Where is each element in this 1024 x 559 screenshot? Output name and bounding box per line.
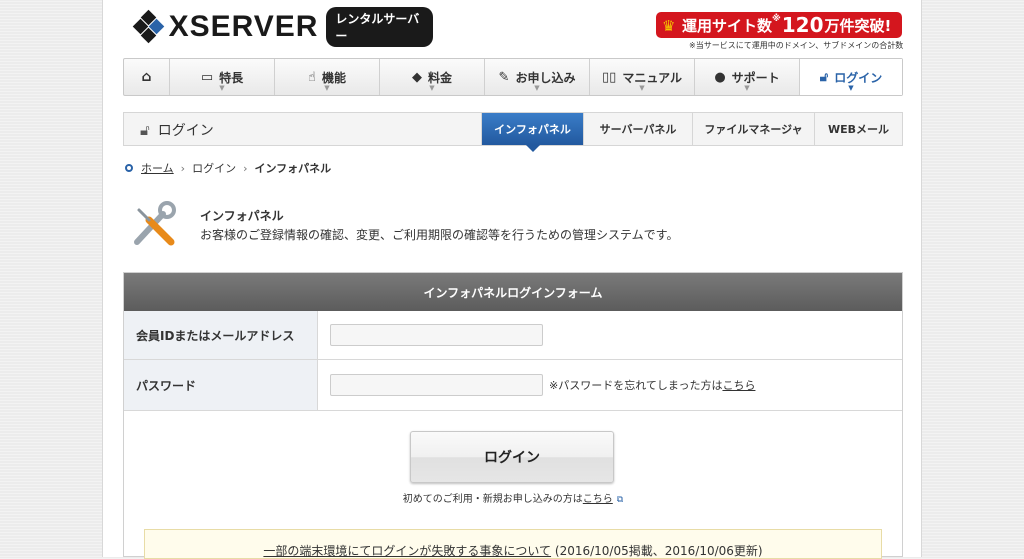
form-row-password: パスワード ※パスワードを忘れてしまった方はこちら	[124, 360, 902, 411]
forgot-text: ※パスワードを忘れてしまった方は	[549, 379, 723, 392]
form-header: インフォパネルログインフォーム	[124, 273, 902, 311]
promo-note: ※当サービスにて運用中のドメイン、サブドメインの合計数	[689, 41, 904, 50]
login-button[interactable]: ログイン	[410, 431, 614, 483]
breadcrumb-home[interactable]: ホーム	[141, 160, 174, 176]
unlock-icon: 🔓︎	[140, 121, 150, 139]
login-form: インフォパネルログインフォーム 会員IDまたはメールアドレス パスワード ※パス…	[123, 272, 903, 559]
chevron-down-icon: ▼	[429, 84, 435, 92]
chevron-down-icon: ▼	[744, 84, 750, 92]
chevron-down-icon: ▼	[324, 84, 330, 92]
crown-icon: ♛	[662, 17, 676, 35]
logo-text: XSERVER	[168, 10, 319, 43]
subbar-title: 🔓︎ ログイン	[140, 120, 214, 140]
notice-box: 一部の端末環境にてログインが失敗する事象について (2016/10/05掲載、2…	[144, 529, 882, 559]
tab-infopanel[interactable]: インフォパネル	[481, 113, 583, 152]
forgot-password-link[interactable]: こちら	[722, 379, 755, 392]
logo-mark-icon	[132, 9, 165, 44]
notice-dates: (2016/10/05掲載、2016/10/06更新)	[554, 544, 763, 558]
id-label: 会員IDまたはメールアドレス	[124, 311, 318, 359]
password-input[interactable]	[330, 374, 543, 396]
id-input[interactable]	[330, 324, 543, 346]
breadcrumb: ホーム › ログイン › インフォパネル	[125, 160, 331, 176]
tag-icon: ◆	[411, 69, 422, 85]
promo-banner: ♛ 運用サイト数 ※ 120 万件突破!	[656, 12, 902, 38]
password-label: パスワード	[124, 360, 318, 410]
promo-suffix: 万件突破!	[824, 16, 892, 35]
external-link-icon: ⧉	[616, 495, 624, 505]
nav-label: 特長	[219, 70, 244, 85]
notice-link[interactable]: 一部の端末環境にてログインが失敗する事象について	[263, 544, 551, 558]
chevron-down-icon: ▼	[848, 84, 854, 92]
home-icon: ⌂	[141, 69, 152, 85]
tab-filemanager[interactable]: ファイルマネージャ	[692, 113, 814, 145]
promo-prefix: 運用サイト数	[682, 16, 773, 35]
forgot-password-note: ※パスワードを忘れてしまった方はこちら	[549, 377, 755, 393]
nav-label: 料金	[427, 70, 452, 85]
signup-link[interactable]: こちら	[583, 494, 613, 505]
nav-apply[interactable]: ✎ お申し込み ▼	[485, 59, 590, 95]
nav-manual[interactable]: ▯▯ マニュアル ▼	[590, 59, 695, 95]
subbar-tabs: インフォパネル サーバーパネル ファイルマネージャ WEBメール	[481, 113, 902, 152]
user-icon: ●	[714, 69, 726, 85]
chevron-down-icon: ▼	[639, 84, 645, 92]
nav-label: ログイン	[834, 70, 883, 85]
nav-support[interactable]: ● サポート ▼	[695, 59, 800, 95]
global-nav: ⌂ ▭ 特長 ▼ ☝ 機能 ▼ ◆ 料金 ▼ ✎ お申し込み ▼ ▯▯ マニュア…	[123, 58, 903, 96]
tab-serverpanel[interactable]: サーバーパネル	[583, 113, 692, 145]
first-time-note: 初めてのご利用・新規お申し込みの方はこちら ⧉	[124, 490, 902, 505]
logo-badge: レンタルサーバー	[326, 7, 433, 47]
chevron-down-icon: ▼	[219, 84, 225, 92]
chevron-down-icon: ▼	[534, 84, 540, 92]
form-row-id: 会員IDまたはメールアドレス	[124, 311, 902, 360]
login-subbar: 🔓︎ ログイン インフォパネル サーバーパネル ファイルマネージャ WEBメール	[123, 112, 903, 152]
nav-pricing[interactable]: ◆ 料金 ▼	[380, 59, 485, 95]
breadcrumb-dot-icon	[125, 164, 133, 172]
unlock-icon: 🔓︎	[819, 69, 829, 85]
promo-number: 120	[781, 13, 824, 37]
book-icon: ▯▯	[602, 69, 617, 85]
tab-webmail[interactable]: WEBメール	[814, 113, 902, 145]
nav-label: 機能	[321, 70, 346, 85]
tools-icon	[134, 201, 176, 246]
subbar-title-text: ログイン	[157, 123, 214, 139]
nav-label: サポート	[731, 70, 780, 85]
monitor-icon: ▭	[200, 69, 214, 85]
first-time-text: 初めてのご利用・新規お申し込みの方は	[402, 494, 583, 505]
cursor-icon: ☝	[308, 69, 316, 85]
page-container: XSERVER レンタルサーバー ♛ 運用サイト数 ※ 120 万件突破! ※当…	[102, 0, 922, 559]
nav-features[interactable]: ▭ 特長 ▼	[170, 59, 275, 95]
breadcrumb-current: インフォパネル	[254, 162, 332, 175]
intro-description: お客様のご登録情報の確認、変更、ご利用期限の確認等を行うための管理システムです。	[200, 228, 679, 242]
chevron-right-icon: ›	[180, 161, 186, 175]
nav-login[interactable]: 🔓︎ ログイン ▼	[800, 59, 902, 95]
nav-home[interactable]: ⌂	[124, 59, 170, 95]
breadcrumb-login: ログイン	[192, 162, 237, 175]
site-logo[interactable]: XSERVER レンタルサーバー	[132, 7, 433, 47]
nav-functions[interactable]: ☝ 機能 ▼	[275, 59, 380, 95]
promo-mark: ※	[772, 14, 781, 24]
nav-label: お申し込み	[515, 70, 576, 85]
chevron-right-icon: ›	[243, 161, 248, 175]
intro-title: インフォパネル	[200, 209, 284, 223]
pencil-icon: ✎	[498, 69, 510, 85]
nav-label: マニュアル	[622, 70, 682, 85]
